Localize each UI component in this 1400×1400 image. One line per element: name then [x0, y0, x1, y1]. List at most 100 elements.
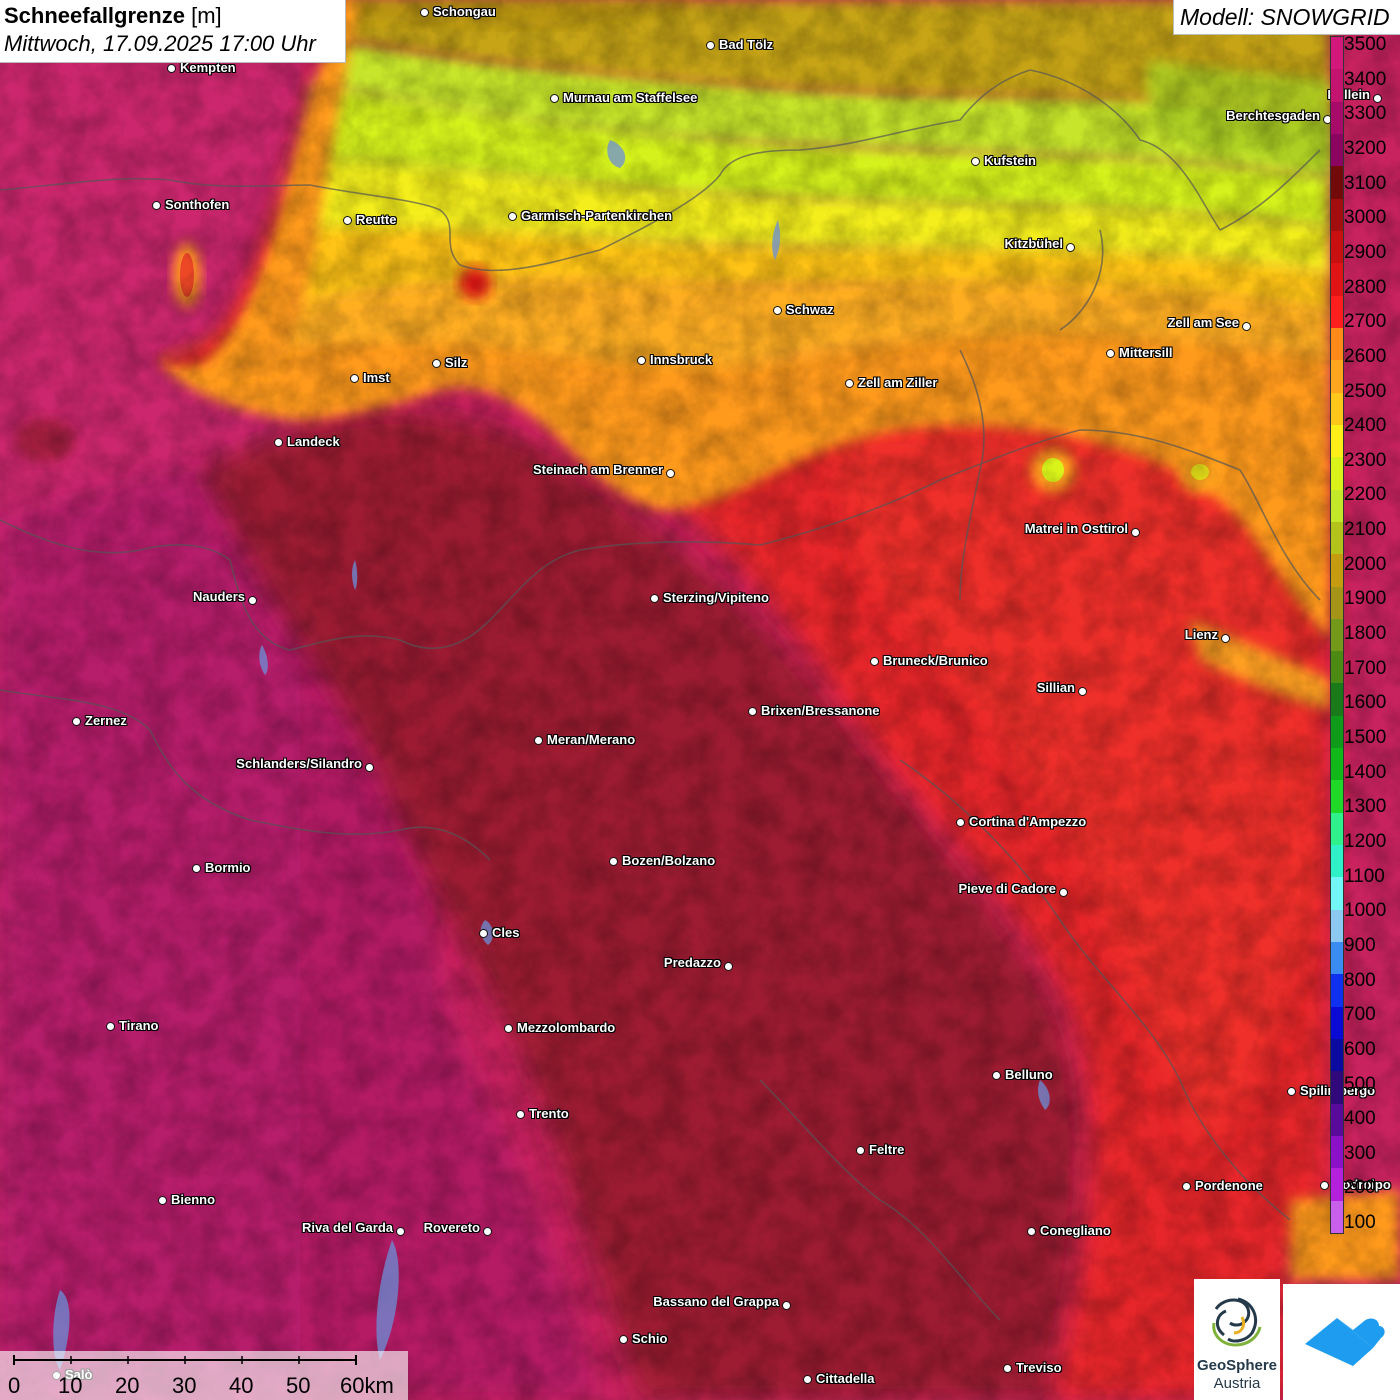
geosphere-swirl-icon — [1212, 1297, 1262, 1347]
city-dot-icon — [1242, 322, 1251, 331]
city-dot-icon — [650, 594, 659, 603]
legend-swatch — [1331, 715, 1343, 749]
legend-swatch — [1331, 133, 1343, 167]
city-label: Steinach am Brenner — [532, 462, 663, 477]
legend-swatch — [1331, 974, 1343, 1008]
city-dot-icon — [856, 1146, 865, 1155]
model-panel: Modell: SNOWGRID — [1173, 0, 1400, 35]
legend-swatch — [1331, 942, 1343, 975]
legend-label: 3500 — [1344, 34, 1387, 55]
legend-swatch — [1331, 845, 1343, 878]
scale-label-0: 0 — [8, 1373, 21, 1398]
city-dot-icon — [516, 1110, 525, 1119]
city-label: Sterzing/Vipiteno — [663, 590, 769, 605]
city-dot-icon — [504, 1024, 513, 1033]
legend-label: 1500 — [1344, 727, 1387, 748]
city-dot-icon — [1059, 888, 1068, 897]
city-dot-icon — [192, 864, 201, 873]
legend-swatch — [1331, 392, 1343, 426]
legend-label: 2500 — [1344, 380, 1387, 402]
legend-label: 3300 — [1344, 103, 1387, 125]
scale-label-30: 30 — [172, 1373, 197, 1398]
legend-label: 100 — [1344, 1212, 1376, 1234]
legend-swatch — [1331, 1200, 1343, 1234]
legend-label: 1100 — [1344, 865, 1385, 887]
legend-label: 3100 — [1344, 172, 1387, 194]
city-dot-icon — [508, 212, 517, 221]
legend-swatch — [1331, 780, 1343, 814]
scale-label-20: 20 — [115, 1373, 140, 1398]
city-dot-icon — [420, 8, 429, 17]
geosphere-logo: GeoSphere Austria — [1194, 1279, 1280, 1400]
city-dot-icon — [782, 1301, 791, 1310]
title-panel: Schneefallgrenze [m] Mittwoch, 17.09.202… — [0, 0, 346, 63]
city-dot-icon — [1066, 243, 1075, 252]
legend-label: 2100 — [1344, 519, 1387, 541]
city-label: Meran/Merano — [547, 732, 636, 747]
scale-bar: 0 10 20 30 40 50 60km — [0, 1351, 408, 1400]
city-label: Predazzo — [663, 955, 721, 970]
legend-label: 2700 — [1344, 311, 1387, 333]
city-dot-icon — [1078, 687, 1087, 696]
legend-swatch — [1331, 1071, 1343, 1105]
legend-swatch — [1331, 586, 1343, 620]
legend-swatch — [1331, 1039, 1343, 1072]
city-dot-icon — [609, 857, 618, 866]
legend-label: 2000 — [1344, 553, 1387, 575]
legend-label: 3200 — [1344, 137, 1387, 159]
city-label: Berchtesgaden — [1226, 108, 1320, 123]
city-label: Cittadella — [816, 1371, 875, 1386]
city-label: Treviso — [1016, 1360, 1062, 1375]
city-label: Kitzbühel — [1004, 236, 1064, 251]
city-dot-icon — [72, 717, 81, 726]
city-dot-icon — [343, 216, 352, 225]
city-dot-icon — [666, 469, 675, 478]
model-label: Modell: SNOWGRID — [1180, 4, 1390, 30]
legend-label: 1300 — [1344, 796, 1387, 818]
city-dot-icon — [1131, 528, 1140, 537]
legend-swatch — [1331, 230, 1343, 264]
city-dot-icon — [1003, 1364, 1012, 1373]
city-label: Imst — [363, 370, 390, 385]
legend-swatch — [1331, 166, 1343, 200]
legend-label: 2800 — [1344, 276, 1387, 298]
city-dot-icon — [803, 1375, 812, 1384]
city-label: Murnau am Staffelsee — [563, 90, 698, 105]
city-label: Sonthofen — [165, 197, 230, 212]
legend-swatch — [1331, 198, 1343, 232]
city-label: Zell am Ziller — [858, 375, 938, 390]
legend-swatch — [1331, 909, 1343, 943]
legend-swatch — [1331, 877, 1343, 911]
legend-swatch — [1331, 651, 1343, 684]
city-dot-icon — [773, 306, 782, 315]
map-title-main: Schneefallgrenze — [4, 3, 185, 28]
snow-cloud-icon — [1305, 1318, 1385, 1366]
legend-swatch — [1331, 295, 1343, 329]
city-dot-icon — [870, 657, 879, 666]
city-label: Nauders — [192, 589, 245, 604]
city-label: Bozen/Bolzano — [622, 853, 716, 868]
city-label: Sillian — [1036, 680, 1075, 695]
map-datetime: Mittwoch, 17.09.2025 17:00 Uhr — [4, 31, 316, 56]
legend-swatch — [1331, 683, 1343, 717]
city-label: Pordenone — [1195, 1178, 1263, 1193]
legend-label: 2600 — [1344, 345, 1387, 367]
legend-swatch — [1331, 554, 1343, 587]
city-dot-icon — [365, 763, 374, 772]
city-label: Zell am See — [1167, 315, 1239, 330]
legend-label: 2900 — [1344, 241, 1387, 263]
city-label: Bassano del Grappa — [653, 1294, 779, 1309]
city-label: Schwaz — [786, 302, 834, 317]
legend-label: 2300 — [1344, 449, 1387, 471]
legend-label: 200 — [1344, 1177, 1376, 1199]
city-label: Trento — [529, 1106, 569, 1121]
legend-label: 1200 — [1344, 830, 1387, 852]
legend-label: 900 — [1344, 934, 1376, 956]
scale-label-10: 10 — [58, 1373, 83, 1398]
legend-label: 1700 — [1344, 657, 1387, 679]
city-dot-icon — [1221, 634, 1230, 643]
city-dot-icon — [971, 157, 980, 166]
city-label: Pieve di Cadore — [958, 881, 1056, 896]
city-dot-icon — [992, 1071, 1001, 1080]
city-dot-icon — [350, 374, 359, 383]
